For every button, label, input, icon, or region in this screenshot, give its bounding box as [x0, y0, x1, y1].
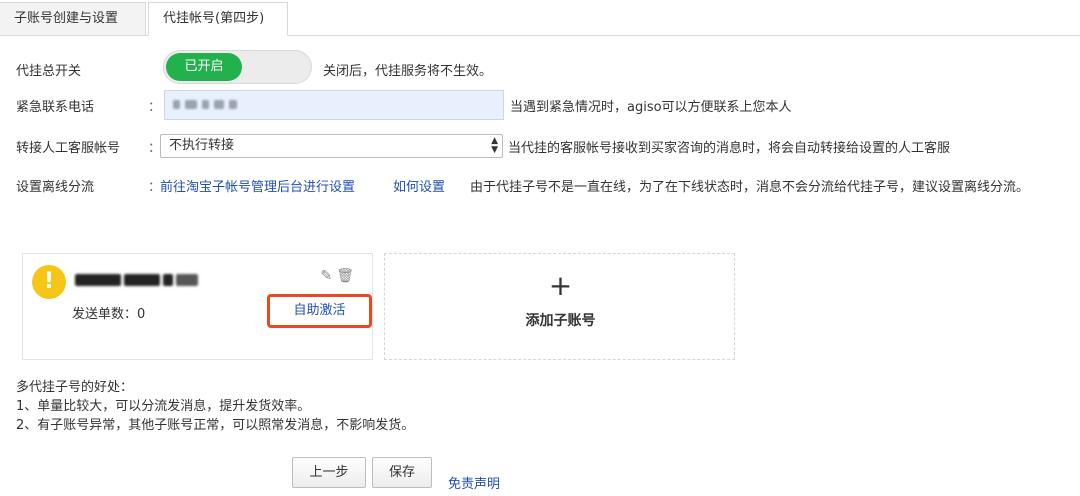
benefits-title: 多代挂子号的好处：: [16, 380, 134, 395]
add-subaccount-card[interactable]: + 添加子账号: [384, 253, 735, 360]
emergency-phone-colon: ：: [148, 100, 162, 115]
taobao-backend-link[interactable]: 前往淘宝子帐号管理后台进行设置: [160, 176, 355, 195]
card-tools: ✎🗑: [320, 268, 358, 284]
emergency-phone-hint: 当遇到紧急情况时，agiso可以方便联系上您本人: [510, 100, 792, 115]
benefits-section: 多代挂子号的好处： 1、单量比较大，可以分流发消息，提升发货效率。 2、有子账号…: [16, 378, 414, 435]
plus-icon: +: [548, 269, 573, 302]
transfer-account-hint: 当代挂的客服帐号接收到买家咨询的消息时，将会自动转接给设置的人工客服: [508, 141, 951, 156]
master-switch-label: 代挂总开关: [16, 64, 82, 79]
master-switch-toggle[interactable]: 已开启: [163, 50, 312, 84]
offline-split-hint: 由于代挂子号不是一直在线，为了在下线状态时，消息不会分流给代挂子号，建议设置离线…: [470, 180, 1030, 195]
benefit-item: 1、单量比较大，可以分流发消息，提升发货效率。: [16, 399, 311, 414]
self-activate-label: 自助激活: [293, 303, 346, 318]
transfer-account-selected: 不执行转接: [169, 138, 235, 153]
warning-icon: !: [32, 265, 66, 299]
how-to-set-link[interactable]: 如何设置: [393, 176, 445, 195]
disclaimer-link[interactable]: 免责声明: [448, 473, 500, 492]
delete-trash-icon[interactable]: 🗑: [336, 268, 358, 284]
tab-bar: 子账号创建与设置 代挂帐号(第四步): [0, 0, 1080, 36]
emergency-phone-input[interactable]: [164, 90, 504, 120]
master-switch-hint: 关闭后，代挂服务将不生效。: [323, 64, 493, 79]
toggle-on-label: 已开启: [166, 53, 242, 81]
sent-count: 发送单数：0: [72, 307, 146, 322]
edit-pencil-icon[interactable]: ✎: [320, 268, 336, 284]
tab-subaccount-setup[interactable]: 子账号创建与设置: [0, 2, 146, 36]
prev-step-button[interactable]: 上一步: [292, 457, 366, 488]
save-button[interactable]: 保存: [372, 457, 432, 488]
select-arrows-icon: ▲ ▼: [491, 136, 498, 155]
tab-proxy-account[interactable]: 代挂帐号(第四步): [148, 2, 288, 36]
offline-split-label: 设置离线分流: [16, 180, 95, 195]
transfer-account-label: 转接人工客服帐号: [16, 141, 121, 156]
subaccount-card: ! ✎🗑 发送单数：0 自助激活: [22, 253, 373, 360]
redacted-account-name: [75, 272, 201, 286]
emergency-phone-label: 紧急联系电话: [16, 100, 95, 115]
add-subaccount-label: 添加子账号: [525, 313, 596, 329]
self-activate-button[interactable]: 自助激活: [267, 294, 372, 328]
benefit-item: 2、有子账号异常，其他子账号正常，可以照常发消息，不影响发货。: [16, 418, 415, 433]
transfer-account-select[interactable]: 不执行转接 ▲ ▼: [160, 134, 503, 158]
redacted-phone: [173, 100, 180, 109]
